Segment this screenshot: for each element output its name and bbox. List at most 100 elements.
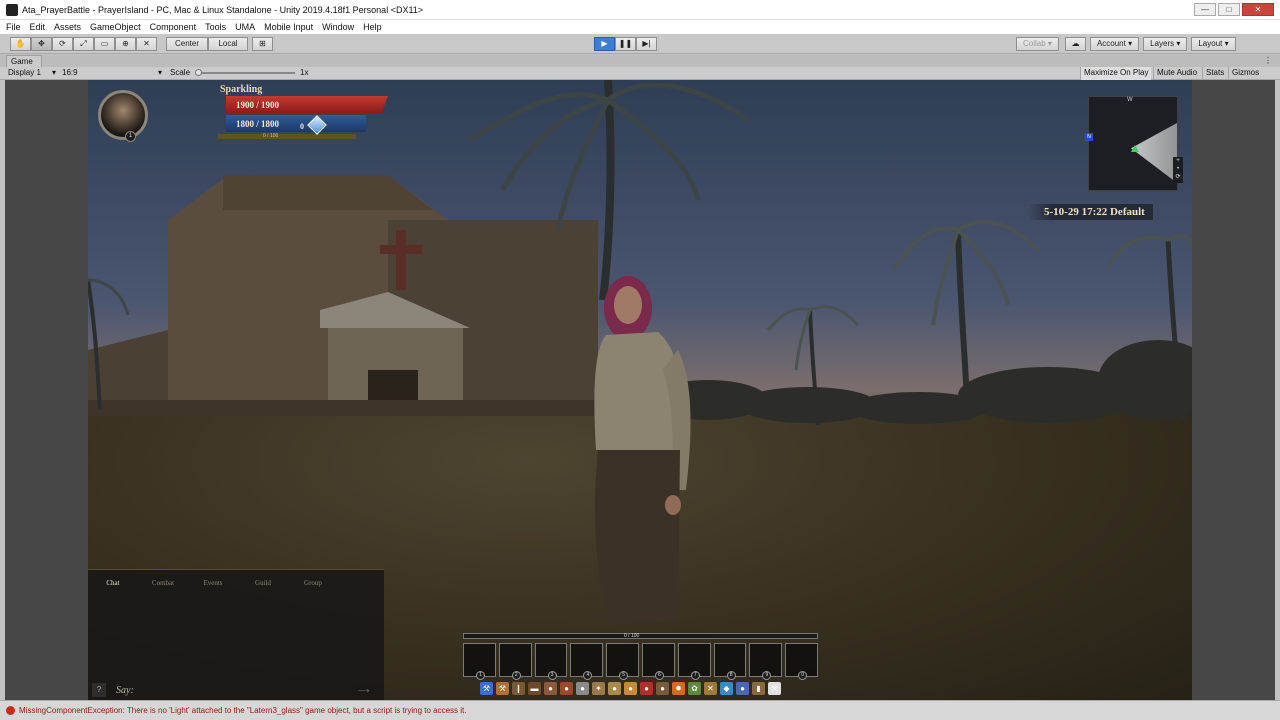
- axe-icon[interactable]: ✕: [704, 682, 717, 695]
- mute-audio-toggle[interactable]: Mute Audio: [1153, 67, 1200, 80]
- hammer-icon[interactable]: ⚒: [496, 682, 509, 695]
- game-viewport[interactable]: 1 Sparkling 1900 / 1900 1800 / 1800 0 / …: [5, 80, 1275, 700]
- chat-input[interactable]: Say:: [116, 685, 134, 696]
- fire-icon[interactable]: ✹: [672, 682, 685, 695]
- ore-icon[interactable]: ●: [656, 682, 669, 695]
- chat-tab-guild[interactable]: Guild: [238, 576, 288, 590]
- hotbar-slot-4[interactable]: 4: [570, 643, 604, 680]
- minimap[interactable]: W N + • ⟳: [1085, 96, 1183, 191]
- account-dropdown[interactable]: Account: [1089, 37, 1140, 51]
- custom-tool-icon[interactable]: ✕: [136, 37, 157, 51]
- cloud-icon[interactable]: ☁: [1064, 37, 1086, 51]
- minimap-zoom-controls[interactable]: + • ⟳: [1173, 157, 1183, 183]
- hammer-white-icon[interactable]: ⚒: [768, 682, 781, 695]
- console-status-bar[interactable]: MissingComponentException: There is no '…: [0, 700, 1280, 720]
- aspect-dropdown[interactable]: 16:9 ▾: [62, 67, 164, 79]
- menu-uma[interactable]: UMA: [235, 22, 255, 32]
- chest-icon[interactable]: ▮: [752, 682, 765, 695]
- leather-icon[interactable]: ●: [544, 682, 557, 695]
- slot-number: 4: [583, 671, 593, 680]
- collab-dropdown[interactable]: Collab: [1016, 37, 1059, 51]
- rotate-tool-icon[interactable]: ⟳: [52, 37, 73, 51]
- hotbar-slot-3[interactable]: 3: [534, 643, 568, 680]
- slot-number: 7: [690, 671, 700, 680]
- rect-tool-icon[interactable]: ▭: [94, 37, 115, 51]
- minimize-button[interactable]: —: [1194, 3, 1216, 16]
- display-dropdown[interactable]: Display 1: [8, 67, 41, 79]
- stone-icon[interactable]: ●: [576, 682, 589, 695]
- gizmos-dropdown[interactable]: Gizmos: [1228, 67, 1262, 80]
- hotbar-slot-6[interactable]: 6: [641, 643, 675, 680]
- potion-icon[interactable]: ●: [736, 682, 749, 695]
- tab-game[interactable]: Game: [6, 55, 42, 67]
- stats-toggle[interactable]: Stats: [1202, 67, 1227, 80]
- rope-icon[interactable]: ●: [608, 682, 621, 695]
- menu-edit[interactable]: Edit: [30, 22, 46, 32]
- player-character[interactable]: [594, 276, 691, 625]
- player-portrait[interactable]: [98, 90, 148, 140]
- bread-icon[interactable]: ●: [624, 682, 637, 695]
- chat-panel[interactable]: Chat Combat Events Guild Group ? Say: ⟶: [88, 569, 384, 700]
- hotbar-slot-8[interactable]: 8: [713, 643, 747, 680]
- maximize-on-play-toggle[interactable]: Maximize On Play: [1080, 67, 1152, 80]
- layers-dropdown[interactable]: Layers: [1143, 37, 1188, 51]
- menu-help[interactable]: Help: [363, 22, 382, 32]
- menu-component[interactable]: Component: [150, 22, 197, 32]
- pause-button[interactable]: ❚❚: [615, 37, 636, 51]
- chat-send-icon[interactable]: ⟶: [358, 687, 376, 695]
- menu-tools[interactable]: Tools: [205, 22, 226, 32]
- chat-tab-combat[interactable]: Combat: [138, 576, 188, 590]
- scale-tool-icon[interactable]: ⤢: [73, 37, 94, 51]
- grid-snap-icon[interactable]: ⊞: [252, 37, 273, 51]
- slot-number: 5: [619, 671, 629, 680]
- pivot-local-button[interactable]: Local: [208, 37, 248, 51]
- scale-slider-thumb[interactable]: [195, 69, 202, 76]
- menu-file[interactable]: File: [6, 22, 21, 32]
- meat-icon[interactable]: ●: [560, 682, 573, 695]
- fish-icon[interactable]: ◆: [720, 682, 733, 695]
- herb-icon[interactable]: ✿: [688, 682, 701, 695]
- tab-menu-icon[interactable]: ⋮: [1264, 55, 1272, 67]
- hotbar-slot-9[interactable]: 9: [749, 643, 783, 680]
- hotbar-slot-7[interactable]: 7: [677, 643, 711, 680]
- step-button[interactable]: ▶|: [636, 37, 657, 51]
- transform-tools: ✋ ✥ ⟳ ⤢ ▭ ⊕ ✕: [10, 37, 157, 51]
- chat-help-button[interactable]: ?: [92, 683, 106, 697]
- game-datetime: 5-10-29 17:22 Default: [1028, 204, 1153, 220]
- player-level-badge: 1: [125, 131, 136, 142]
- tool-icon[interactable]: ✦: [592, 682, 605, 695]
- display-dropdown-arrow-icon[interactable]: ▾: [52, 67, 56, 79]
- menu-assets[interactable]: Assets: [54, 22, 81, 32]
- maximize-button[interactable]: □: [1218, 3, 1240, 16]
- experience-bar: [218, 134, 356, 139]
- menu-mobile-input[interactable]: Mobile Input: [264, 22, 313, 32]
- pickaxe-icon[interactable]: ⚒: [480, 682, 493, 695]
- transform-tool-icon[interactable]: ⊕: [115, 37, 136, 51]
- distant-treeline: [648, 340, 1192, 424]
- game-scene[interactable]: 1 Sparkling 1900 / 1900 1800 / 1800 0 / …: [88, 80, 1192, 700]
- wood-icon[interactable]: ▬: [528, 682, 541, 695]
- chat-tab-events[interactable]: Events: [188, 576, 238, 590]
- play-button[interactable]: ▶: [594, 37, 615, 51]
- hand-tool-icon[interactable]: ✋: [10, 37, 31, 51]
- move-tool-icon[interactable]: ✥: [31, 37, 52, 51]
- slot-number: 0: [798, 671, 808, 680]
- menu-gameobject[interactable]: GameObject: [90, 22, 141, 32]
- chat-tab-group[interactable]: Group: [288, 576, 338, 590]
- hotbar-slot-0[interactable]: 0: [785, 643, 818, 680]
- console-error-message[interactable]: MissingComponentException: There is no '…: [19, 704, 467, 718]
- torch-icon[interactable]: ❙: [512, 682, 525, 695]
- chat-tab-chat[interactable]: Chat: [88, 576, 138, 590]
- pivot-center-button[interactable]: Center: [166, 37, 208, 51]
- berry-icon[interactable]: ●: [640, 682, 653, 695]
- menu-window[interactable]: Window: [322, 22, 354, 32]
- hotbar-slot-5[interactable]: 5: [606, 643, 639, 680]
- hotbar-slot-1[interactable]: 1: [463, 643, 496, 680]
- error-icon: [6, 706, 15, 715]
- game-view-bar: Display 1 ▾ 16:9 ▾ Scale 1x Maximize On P…: [0, 67, 1280, 80]
- close-button[interactable]: ✕: [1242, 3, 1274, 16]
- hotbar-slot-2[interactable]: 2: [498, 643, 532, 680]
- layout-dropdown[interactable]: Layout: [1191, 37, 1236, 51]
- scale-slider-track[interactable]: [198, 72, 295, 74]
- slot-number: 8: [726, 671, 736, 680]
